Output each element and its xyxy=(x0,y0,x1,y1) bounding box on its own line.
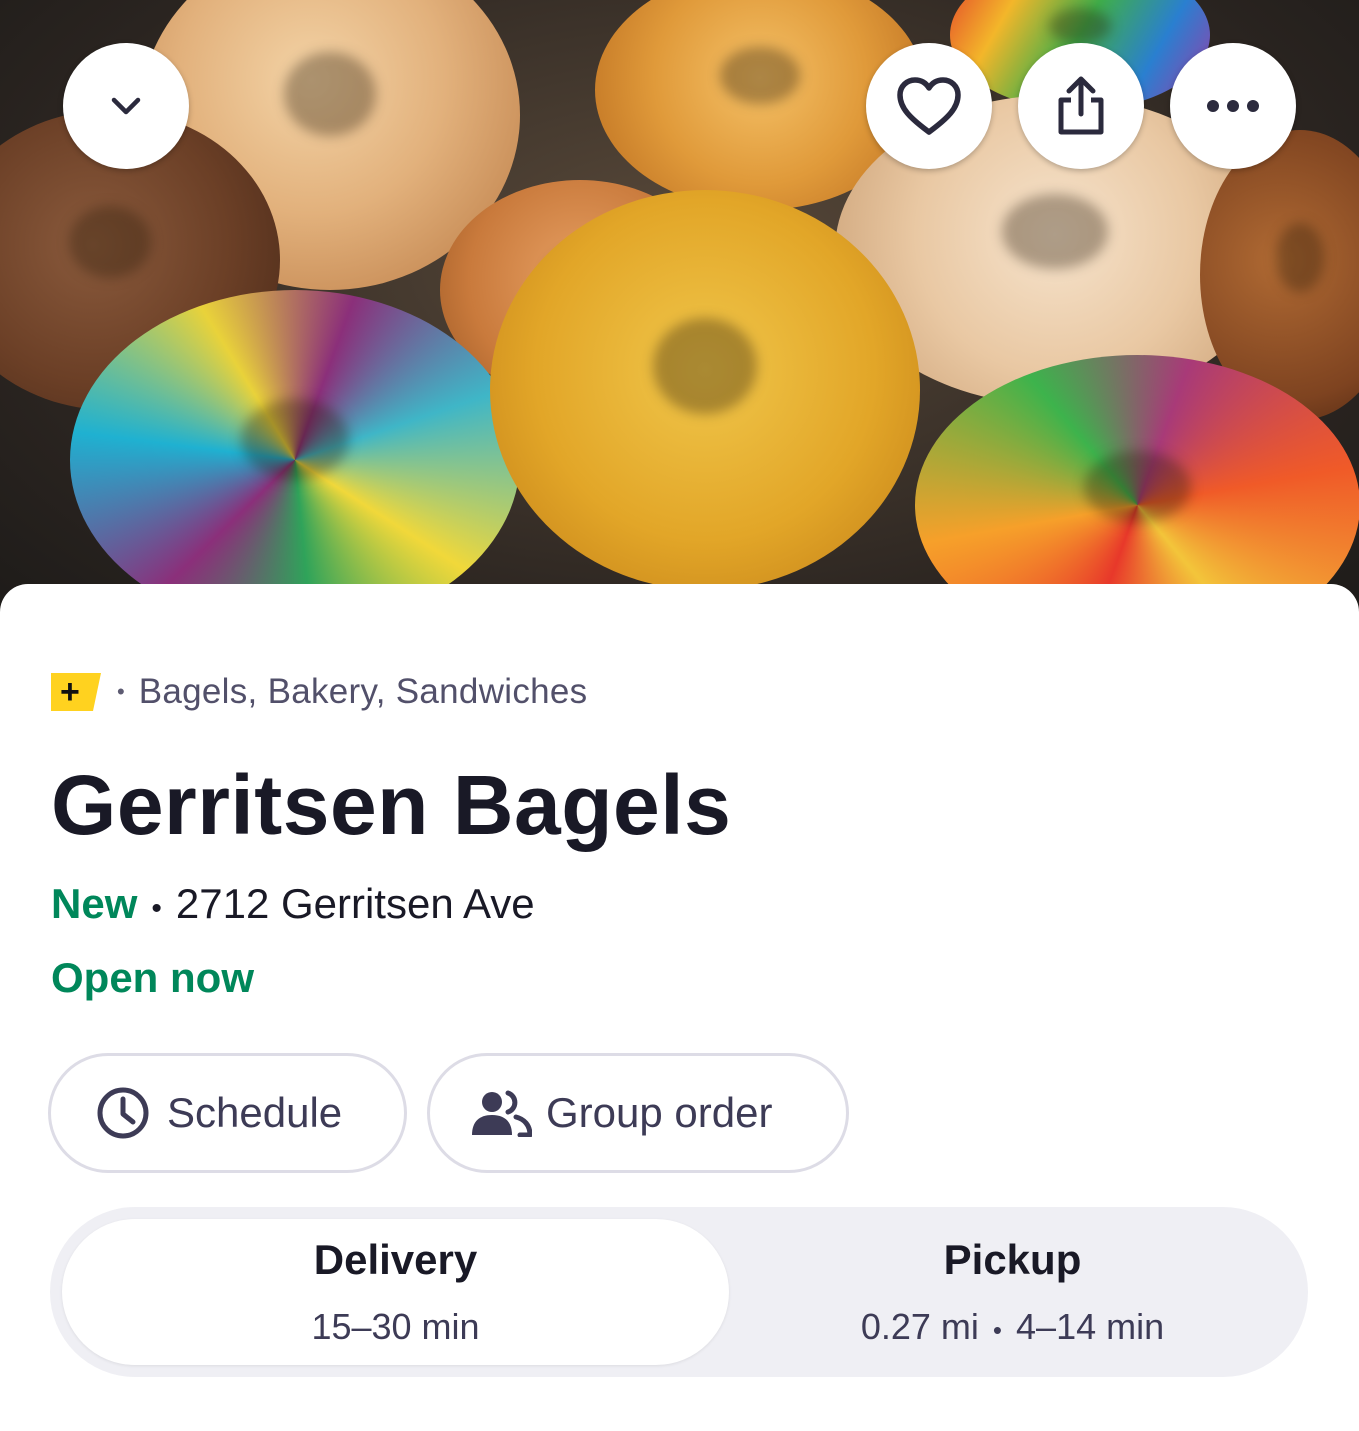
pickup-time: 4–14 min xyxy=(1016,1306,1165,1347)
heart-icon xyxy=(897,77,961,135)
chevron-down-icon xyxy=(111,97,141,115)
fulfillment-toggle: Delivery 15–30 min Pickup 0.27 mi • 4–14 m… xyxy=(50,1207,1308,1377)
pickup-label: Pickup xyxy=(943,1236,1082,1283)
bagel-rainbow-left xyxy=(70,290,520,630)
pickup-option[interactable]: Pickup 0.27 mi • 4–14 min xyxy=(729,1219,1296,1365)
bagel-turmeric xyxy=(490,190,920,590)
store-categories: Bagels, Bakery, Sandwiches xyxy=(138,672,588,711)
group-order-label: Group order xyxy=(546,1089,773,1136)
store-subtitle-row: New • 2712 Gerritsen Ave xyxy=(51,880,535,928)
delivery-label: Delivery xyxy=(313,1236,478,1283)
separator-dot: • xyxy=(992,1315,1003,1345)
separator-dot: • xyxy=(151,892,162,925)
favorite-button[interactable] xyxy=(866,43,992,169)
store-status[interactable]: Open now xyxy=(51,954,254,1002)
pickup-distance: 0.27 mi xyxy=(860,1306,979,1347)
new-badge: New xyxy=(51,880,138,927)
pickup-details: 0.27 mi • 4–14 min xyxy=(861,1306,1164,1348)
separator-dot: • xyxy=(117,679,125,704)
store-name: Gerritsen Bagels xyxy=(51,758,732,852)
store-address[interactable]: 2712 Gerritsen Ave xyxy=(176,880,535,928)
delivery-option[interactable]: Delivery 15–30 min xyxy=(62,1219,729,1365)
delivery-time: 15–30 min xyxy=(311,1306,480,1347)
collapse-button[interactable] xyxy=(63,43,189,169)
dashpass-badge-icon: + xyxy=(51,673,101,711)
group-order-button[interactable]: Group order xyxy=(427,1053,849,1173)
schedule-button[interactable]: Schedule xyxy=(48,1053,407,1173)
share-button[interactable] xyxy=(1018,43,1144,169)
more-horizontal-icon xyxy=(1207,100,1259,112)
store-meta-row: + • Bagels, Bakery, Sandwiches xyxy=(51,672,587,712)
store-hero-image xyxy=(0,0,1359,640)
more-options-button[interactable] xyxy=(1170,43,1296,169)
schedule-label: Schedule xyxy=(167,1089,343,1136)
group-users-icon xyxy=(470,1089,532,1137)
share-icon xyxy=(1058,76,1104,135)
clock-icon xyxy=(95,1085,151,1141)
